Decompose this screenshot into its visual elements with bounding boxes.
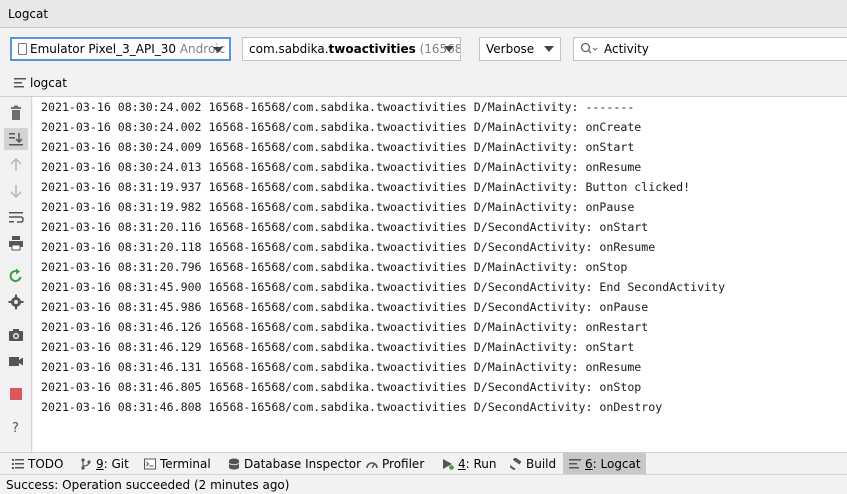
log-line: 2021-03-16 08:31:19.982 16568-16568/com.… <box>41 200 635 214</box>
toolwindow-label: Terminal <box>160 457 211 471</box>
log-line: 2021-03-16 08:31:46.126 16568-16568/com.… <box>41 320 649 334</box>
toolwindow-todo[interactable]: TODO <box>6 453 69 475</box>
tab-row: logcat <box>0 70 847 97</box>
toolwindow-git[interactable]: 9: Git <box>74 453 135 475</box>
log-level-selector[interactable]: Verbose <box>479 37 561 61</box>
down-arrow-icon[interactable] <box>8 183 24 199</box>
log-line: 2021-03-16 08:31:46.131 16568-16568/com.… <box>41 360 642 374</box>
toolwindow-database-inspector[interactable]: Database Inspector <box>222 453 367 475</box>
restart-icon[interactable] <box>8 268 24 284</box>
database-icon <box>228 458 240 470</box>
log-line: 2021-03-16 08:31:20.796 16568-16568/com.… <box>41 260 628 274</box>
search-input[interactable]: Activity <box>573 37 847 61</box>
process-app: twoactivities <box>328 42 416 56</box>
toolwindow-key: 9 <box>96 457 104 471</box>
toolwindow-label: : Run <box>465 457 497 471</box>
terminal-icon <box>144 458 156 470</box>
camera-icon[interactable] <box>8 327 24 343</box>
up-arrow-icon[interactable] <box>8 157 24 173</box>
logcat-actions-sidebar: ? <box>0 97 32 452</box>
process-prefix: com.sabdika. <box>249 42 329 56</box>
log-line: 2021-03-16 08:31:45.900 16568-16568/com.… <box>41 280 726 294</box>
process-pid: (16568) <box>419 42 460 56</box>
log-line: 2021-03-16 08:30:24.002 16568-16568/com.… <box>41 100 635 114</box>
toolwindow-key: 4 <box>458 457 466 471</box>
log-line: 2021-03-16 08:30:24.013 16568-16568/com.… <box>41 160 642 174</box>
svg-text:?: ? <box>12 421 19 435</box>
device-icon <box>18 43 27 55</box>
log-line: 2021-03-16 08:31:46.808 16568-16568/com.… <box>41 400 663 414</box>
gauge-icon <box>366 462 378 469</box>
toolwindow-profiler[interactable]: Profiler <box>360 453 430 475</box>
log-output[interactable]: 2021-03-16 08:30:24.002 16568-16568/com.… <box>33 97 847 452</box>
hammer-icon <box>510 458 522 470</box>
status-message[interactable]: Success: Operation succeeded (2 minutes … <box>6 478 289 492</box>
device-name: Emulator Pixel_3_API_30 <box>30 42 177 56</box>
log-line: 2021-03-16 08:31:46.805 16568-16568/com.… <box>41 380 642 394</box>
title-bar: Logcat <box>0 0 847 28</box>
search-icon <box>580 42 598 54</box>
git-icon <box>81 458 91 470</box>
log-line: 2021-03-16 08:31:46.129 16568-16568/com.… <box>41 340 635 354</box>
lines-icon <box>14 78 26 88</box>
log-line: 2021-03-16 08:30:24.002 16568-16568/com.… <box>41 120 642 134</box>
toolwindow-label: Profiler <box>382 457 425 471</box>
toolwindow-key: 6 <box>585 457 593 471</box>
stop-icon[interactable] <box>8 386 24 402</box>
logcat-window: Logcat Emulator Pixel_3_API_30 Androic c… <box>0 0 847 494</box>
log-line: 2021-03-16 08:31:20.118 16568-16568/com.… <box>41 240 656 254</box>
toolwindow-label: Build <box>526 457 557 471</box>
process-selector[interactable]: com.sabdika.twoactivities (16568) <box>242 37 461 61</box>
toolwindow-terminal[interactable]: Terminal <box>138 453 217 475</box>
logcat-icon <box>569 459 581 469</box>
log-line: 2021-03-16 08:30:24.009 16568-16568/com.… <box>41 140 635 154</box>
soft-wrap-icon[interactable] <box>8 209 24 225</box>
log-line: 2021-03-16 08:31:19.937 16568-16568/com.… <box>41 180 691 194</box>
toolwindow-label: : Logcat <box>592 457 641 471</box>
window-title: Logcat <box>8 7 49 21</box>
log-line: 2021-03-16 08:31:45.986 16568-16568/com.… <box>41 300 649 314</box>
toolwindow-label: Database Inspector <box>244 457 362 471</box>
scroll-to-end-icon[interactable] <box>4 128 28 150</box>
video-icon[interactable] <box>8 353 24 369</box>
chevron-down-icon <box>544 46 554 52</box>
toolwindow-run[interactable]: 4: Run <box>436 453 503 475</box>
search-value: Activity <box>604 42 649 56</box>
chevron-down-icon <box>444 46 454 52</box>
toolwindow-label: TODO <box>28 457 64 471</box>
toolwindow-logcat[interactable]: 6: Logcat <box>563 453 646 475</box>
trash-icon[interactable] <box>8 105 24 121</box>
help-icon[interactable]: ? <box>8 419 24 436</box>
tab-label: logcat <box>30 76 67 90</box>
tool-window-bar: TODO 9: Git Terminal Database Inspector … <box>0 452 847 475</box>
log-line: 2021-03-16 08:31:20.116 16568-16568/com.… <box>41 220 649 234</box>
list-icon <box>12 459 24 469</box>
chevron-down-icon <box>213 47 223 53</box>
toolwindow-build[interactable]: Build <box>504 453 562 475</box>
tab-logcat[interactable]: logcat <box>14 76 67 90</box>
run-icon <box>443 459 454 470</box>
status-bar: Success: Operation succeeded (2 minutes … <box>0 474 847 494</box>
device-selector[interactable]: Emulator Pixel_3_API_30 Androic <box>10 37 231 61</box>
toolwindow-label: : Git <box>103 457 129 471</box>
settings-icon[interactable] <box>8 294 24 310</box>
print-icon[interactable] <box>8 235 24 251</box>
log-level-value: Verbose <box>486 42 535 56</box>
